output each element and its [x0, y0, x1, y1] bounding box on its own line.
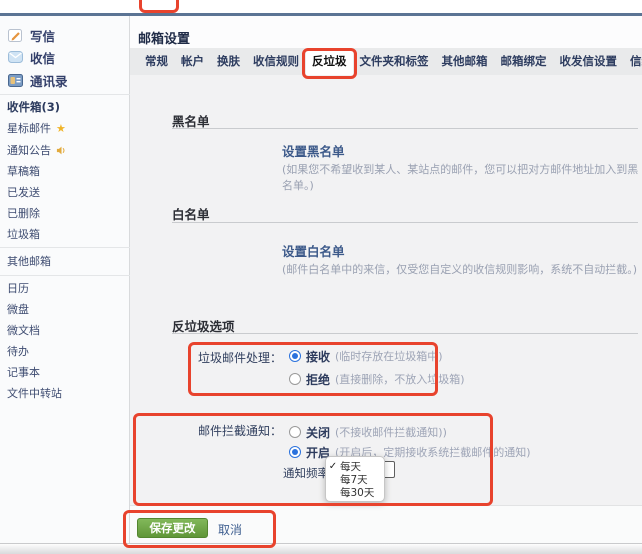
radio-off-name: 关闭	[306, 424, 330, 441]
sidebar-todo-label: 待办	[7, 343, 29, 359]
set-blacklist-link[interactable]: 设置黑名单	[282, 141, 345, 160]
radio-off-desc: (不接收邮件拦截通知))	[335, 424, 447, 440]
main-panel: 邮箱设置 常规 帐户 换肤 收信规则 反垃圾 文件夹和标签 其他邮箱 邮箱绑定 …	[130, 16, 642, 554]
cancel-link[interactable]: 取消	[218, 521, 242, 538]
tab-send-receive-settings[interactable]: 收发信设置	[553, 48, 624, 75]
contacts-icon	[8, 74, 23, 87]
set-whitelist-link[interactable]: 设置白名单	[282, 241, 345, 260]
radio-reject-desc: (直接删除，不放入垃圾箱)	[335, 371, 465, 387]
sidebar: 写信 收信 通讯录 收件箱(3) 星标邮件 ★ 通知公告 草稿箱 已发送 已删	[0, 16, 130, 543]
sidebar-weipan-label: 微盘	[7, 301, 29, 317]
envelope-icon	[8, 51, 23, 63]
sidebar-contacts-label: 通讯录	[30, 71, 68, 90]
sidebar-item-other-mailboxes[interactable]: 其他邮箱	[7, 251, 51, 271]
whitelist-heading: 白名单	[172, 204, 210, 223]
sidebar-compose-label: 写信	[30, 26, 55, 45]
tab-receive-rules[interactable]: 收信规则	[247, 48, 306, 75]
speaker-icon	[56, 145, 67, 156]
sidebar-item-contacts[interactable]: 通讯录	[8, 70, 68, 90]
sidebar-notebook-label: 记事本	[7, 364, 40, 380]
section-divider	[172, 222, 638, 223]
sidebar-calendar-label: 日历	[7, 280, 29, 296]
annotation-box-top	[139, 0, 179, 13]
section-divider	[172, 128, 638, 129]
radio-option-reject[interactable]: 拒绝 (直接删除，不放入垃圾箱)	[289, 372, 465, 386]
radio-on[interactable]	[289, 446, 301, 458]
compose-icon	[8, 28, 23, 43]
sidebar-item-drafts[interactable]: 草稿箱	[7, 161, 40, 181]
sidebar-item-weipan[interactable]: 微盘	[7, 299, 29, 319]
sidebar-item-calendar[interactable]: 日历	[7, 278, 29, 298]
sidebar-item-inbox[interactable]: 收件箱(3)	[7, 97, 60, 117]
tab-other-mailboxes[interactable]: 其他邮箱	[435, 48, 494, 75]
sidebar-item-weidoc[interactable]: 微文档	[7, 320, 40, 340]
title-row: 邮箱设置	[130, 16, 642, 48]
sidebar-item-compose[interactable]: 写信	[8, 25, 55, 45]
tab-antispam[interactable]: 反垃圾	[306, 48, 354, 75]
sidebar-deleted-label: 已删除	[7, 205, 40, 221]
sidebar-item-starred[interactable]: 星标邮件 ★	[7, 118, 66, 138]
radio-option-accept[interactable]: 接收 (临时存放在垃圾箱中)	[289, 349, 443, 363]
sidebar-other-mailboxes-label: 其他邮箱	[7, 253, 51, 269]
radio-off[interactable]	[289, 426, 301, 438]
sidebar-item-trash[interactable]: 垃圾箱	[7, 224, 40, 244]
dropdown-item-30days-label: 每30天	[340, 485, 374, 500]
tab-antispam-label: 反垃圾	[312, 54, 347, 68]
intercept-notice-label: 邮件拦截通知：	[198, 422, 282, 439]
blacklist-description: (如果您不希望收到某人、某站点的邮件，您可以把对方邮件地址加入到黑名单。)	[282, 161, 642, 193]
section-divider	[172, 333, 638, 334]
sidebar-item-notebook[interactable]: 记事本	[7, 362, 40, 382]
check-icon: ✓	[326, 461, 340, 472]
sidebar-item-todo[interactable]: 待办	[7, 341, 29, 361]
whitelist-description: (邮件白名单中的来信，仅受您自定义的收信规则影响，系统不自动拦截。)	[282, 261, 637, 277]
tab-mailbox-binding[interactable]: 邮箱绑定	[494, 48, 553, 75]
sidebar-trash-label: 垃圾箱	[7, 226, 40, 242]
star-icon: ★	[56, 123, 66, 134]
settings-content	[130, 75, 642, 505]
radio-reject[interactable]	[289, 373, 301, 385]
spam-handling-label: 垃圾邮件处理：	[198, 349, 282, 366]
tab-folders-labels[interactable]: 文件夹和标签	[353, 48, 435, 75]
tab-general[interactable]: 常规	[139, 48, 175, 75]
sidebar-inbox-label: 收件箱(3)	[7, 99, 60, 115]
settings-tabbar: 常规 帐户 换肤 收信规则 反垃圾 文件夹和标签 其他邮箱 邮箱绑定 收发信设置…	[130, 48, 642, 75]
save-button[interactable]: 保存更改	[137, 518, 208, 538]
dropdown-item-30days[interactable]: 每30天	[326, 486, 384, 499]
sidebar-drafts-label: 草稿箱	[7, 163, 40, 179]
browser-top-strip	[0, 0, 642, 13]
sidebar-starred-label: 星标邮件	[7, 120, 51, 136]
sidebar-divider	[0, 275, 130, 276]
page-title: 邮箱设置	[138, 28, 190, 47]
radio-accept-desc: (临时存放在垃圾箱中)	[335, 348, 443, 364]
frequency-dropdown: ✓ 每天 每7天 每30天	[325, 456, 385, 502]
radio-reject-name: 拒绝	[306, 371, 330, 388]
window-footer-bar	[0, 543, 642, 554]
sidebar-item-announcements[interactable]: 通知公告	[7, 140, 67, 160]
radio-accept-name: 接收	[306, 348, 330, 365]
sidebar-item-file-transfer[interactable]: 文件中转站	[7, 383, 62, 403]
button-row: 保存更改 取消	[130, 505, 642, 543]
sidebar-divider	[0, 94, 130, 95]
sidebar-receive-label: 收信	[30, 48, 55, 67]
tab-stationery[interactable]: 信纸	[624, 48, 642, 75]
tab-account[interactable]: 帐户	[175, 48, 211, 75]
sidebar-weidoc-label: 微文档	[7, 322, 40, 338]
sidebar-item-sent[interactable]: 已发送	[7, 182, 40, 202]
sidebar-item-receive[interactable]: 收信	[8, 47, 55, 67]
sidebar-announcements-label: 通知公告	[7, 142, 51, 158]
tab-skin[interactable]: 换肤	[211, 48, 247, 75]
sidebar-file-transfer-label: 文件中转站	[7, 385, 62, 401]
radio-accept[interactable]	[289, 350, 301, 362]
mail-settings-window: 写信 收信 通讯录 收件箱(3) 星标邮件 ★ 通知公告 草稿箱 已发送 已删	[0, 0, 642, 554]
sidebar-divider	[0, 247, 130, 248]
sidebar-item-deleted[interactable]: 已删除	[7, 203, 40, 223]
sidebar-sent-label: 已发送	[7, 184, 40, 200]
radio-option-off[interactable]: 关闭 (不接收邮件拦截通知))	[289, 425, 447, 439]
